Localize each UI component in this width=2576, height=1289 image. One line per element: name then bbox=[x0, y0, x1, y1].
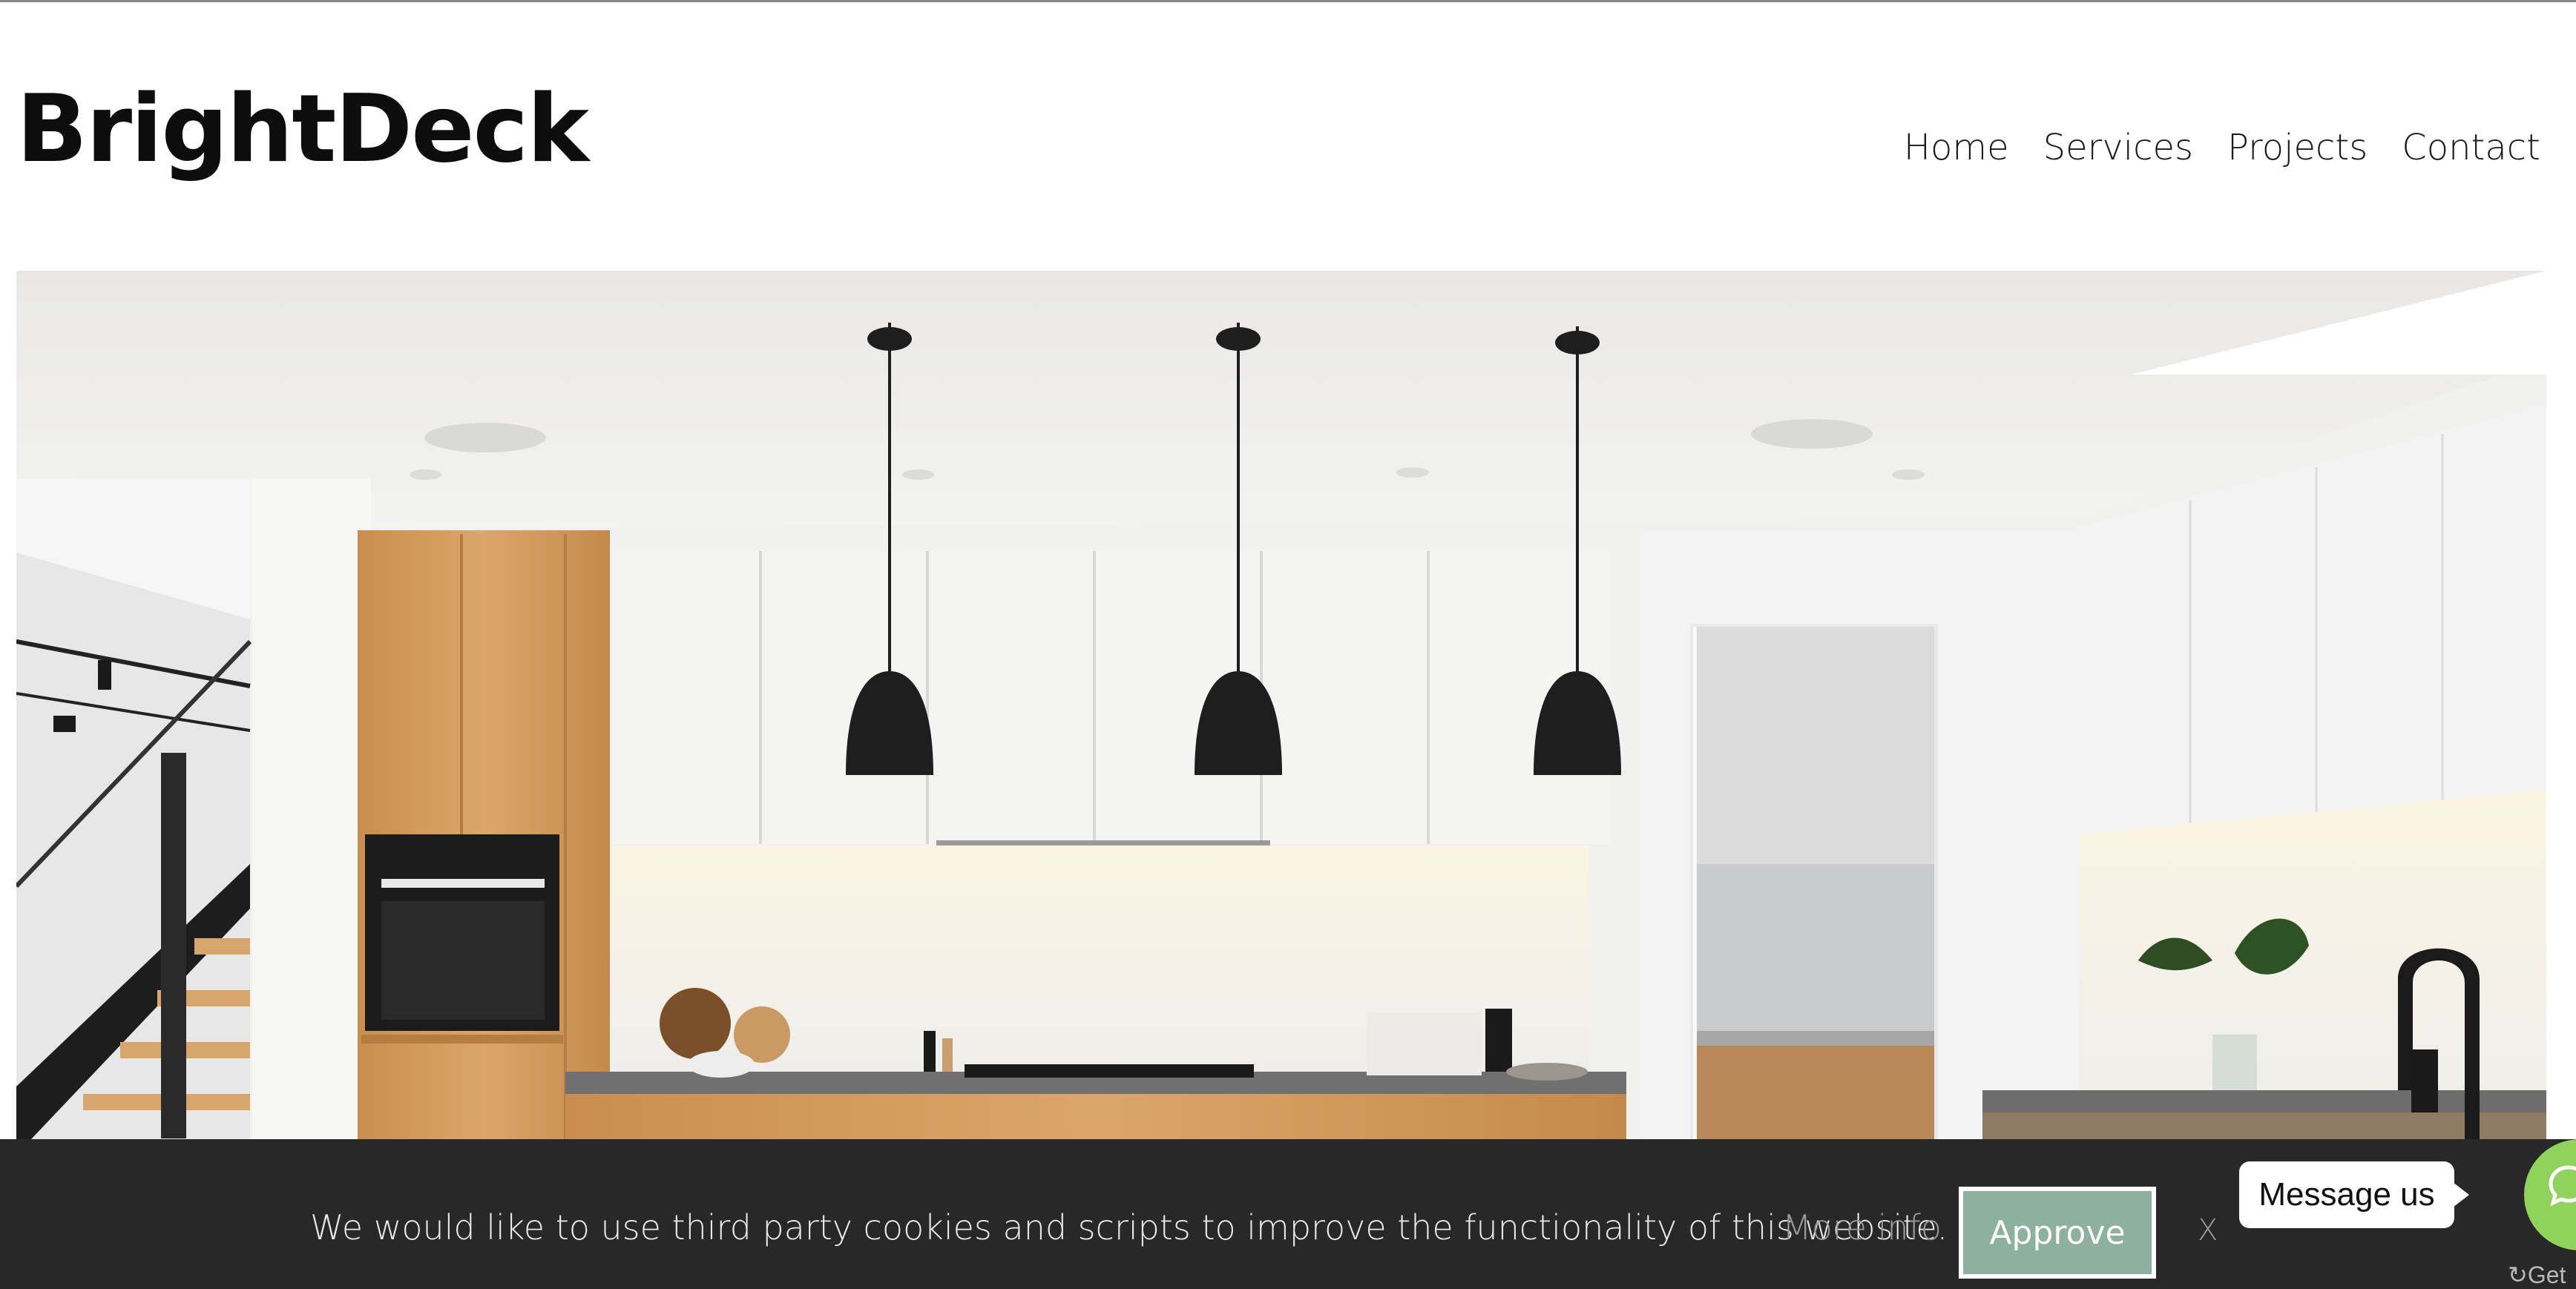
approve-button[interactable]: Approve bbox=[1959, 1187, 2156, 1279]
cookie-message: We would like to use third party cookies… bbox=[310, 1207, 1948, 1247]
nav-home[interactable]: Home bbox=[1904, 127, 2009, 168]
nav-projects[interactable]: Projects bbox=[2227, 127, 2368, 168]
cookie-close-button[interactable]: X bbox=[2198, 1213, 2218, 1247]
nav-services[interactable]: Services bbox=[2043, 127, 2193, 168]
getbutton-brand[interactable]: ↻Get bbox=[2508, 1261, 2566, 1289]
main-nav: Home Services Projects Contact bbox=[1904, 127, 2540, 168]
site-header: BrightDeck Home Services Projects Contac… bbox=[0, 2, 2576, 271]
site-logo[interactable]: BrightDeck bbox=[16, 82, 589, 176]
hero-image bbox=[16, 271, 2546, 1139]
nav-contact[interactable]: Contact bbox=[2402, 127, 2540, 168]
more-info-link[interactable]: More info bbox=[1782, 1207, 1942, 1247]
chat-bubble-icon bbox=[2549, 1165, 2576, 1207]
message-us-bubble[interactable]: Message us bbox=[2239, 1161, 2469, 1228]
